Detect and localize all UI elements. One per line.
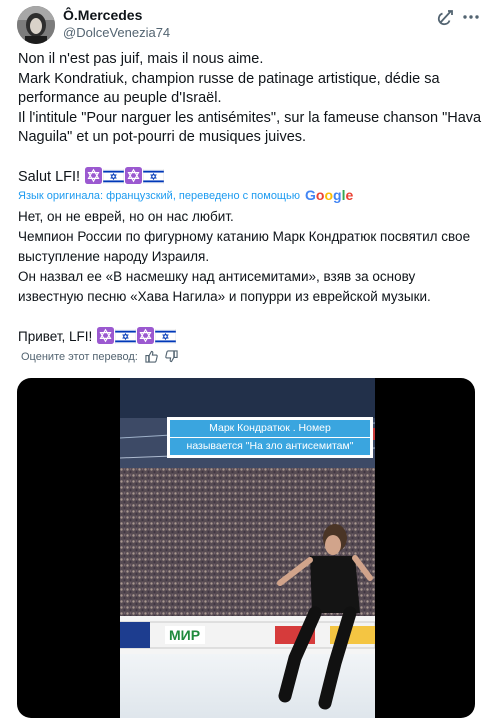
author-name[interactable]: Ô.Mercedes	[63, 7, 142, 23]
video-player[interactable]: МИР Марк Кондратюк . Номер называется "Н…	[17, 378, 475, 718]
grok-icon[interactable]	[436, 7, 456, 27]
original-line: Non il n'est pas juif, mais il nous aime…	[18, 51, 264, 67]
author-handle[interactable]: @DolceVenezia74	[63, 25, 170, 40]
translation-closing-line: Привет, LFI!	[18, 327, 483, 350]
tweet: Ô.Mercedes @DolceVenezia74 Non il n'est …	[0, 0, 489, 718]
avatar[interactable]	[17, 6, 55, 44]
flags-group	[96, 327, 177, 345]
video-caption-line1: Марк Кондратюк . Номер	[170, 420, 370, 437]
israel-flag-icon	[114, 328, 137, 350]
google-logo: Google	[305, 187, 354, 203]
original-closing: Salut LFI!	[18, 168, 81, 185]
translation-line: Он назвал ее «В насмешку над антисемитам…	[18, 269, 416, 284]
original-line: Il l'intitule "Pour narguer les antisémi…	[18, 109, 482, 126]
tweet-original-text: Non il n'est pas juif, mais il nous aime…	[18, 50, 482, 190]
israel-flag-icon	[154, 328, 177, 350]
translation-line: Нет, он не еврей, но он нас любит.	[18, 209, 234, 224]
original-line: performance au peuple d'Israël.	[18, 90, 222, 106]
rate-translation-label: Оцените этот перевод:	[21, 351, 138, 363]
flags-group	[84, 166, 165, 185]
original-line: Naguila" et un pot-pourri de musiques ju…	[18, 129, 307, 145]
star-of-david-icon	[97, 327, 115, 350]
translation-closing: Привет, LFI!	[18, 329, 93, 344]
translation-note-text[interactable]: Язык оригинала: французский, переведено …	[18, 190, 300, 202]
more-dots-icon[interactable]	[461, 7, 481, 27]
board-banner-text: МИР	[169, 627, 200, 643]
video-caption-line2: называется "На зло антисемитам"	[170, 438, 370, 455]
video-caption: Марк Кондратюк . Номер называется "На зл…	[167, 417, 373, 458]
translation-note: Язык оригинала: французский, переведено …	[18, 187, 353, 203]
thumb-down-icon[interactable]	[165, 350, 178, 366]
rate-translation: Оцените этот перевод:	[21, 350, 178, 366]
original-line: Mark Kondratiuk, champion russe de patin…	[18, 70, 440, 87]
video-frame[interactable]: МИР Марк Кондратюк . Номер называется "Н…	[120, 378, 375, 718]
translation-line: Чемпион России по фигурному катанию Марк…	[18, 229, 471, 244]
translation-line: выступление народу Израиля.	[18, 249, 210, 264]
thumb-up-icon[interactable]	[145, 350, 158, 366]
star-of-david-icon	[137, 327, 155, 350]
tweet-translated-text: Нет, он не еврей, но он нас любит. Чемпи…	[18, 207, 483, 350]
translation-line: известную песню «Хава Нагила» и попурри …	[18, 289, 431, 304]
